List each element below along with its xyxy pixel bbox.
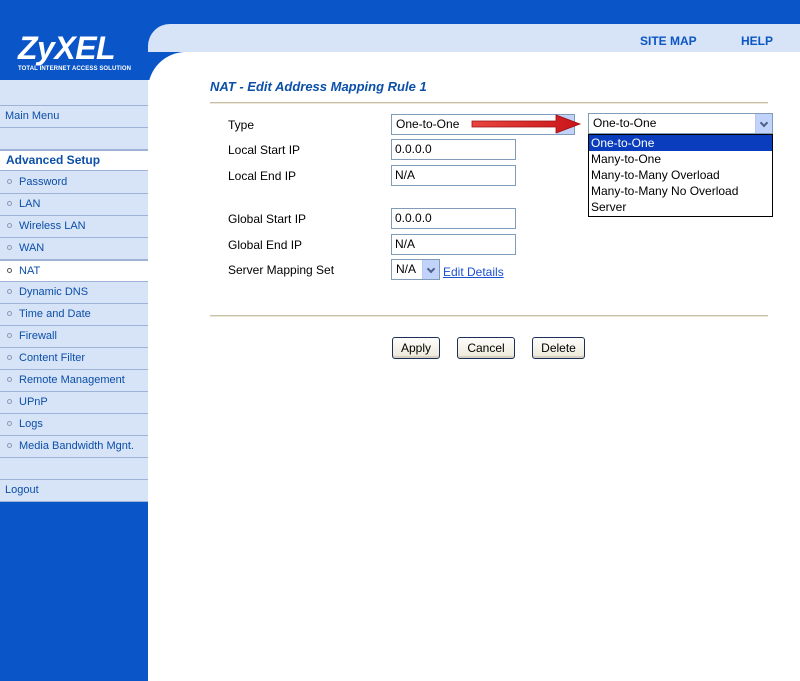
- type-label: Type: [228, 118, 255, 132]
- sidebar-spacer: [0, 128, 148, 150]
- sidebar-item-label: Time and Date: [19, 308, 91, 320]
- sidebar-item-label: UPnP: [19, 396, 48, 408]
- sidebar-item-content-filter[interactable]: Content Filter: [0, 348, 148, 370]
- chevron-down-icon[interactable]: [755, 114, 772, 133]
- bullet-icon: [7, 288, 12, 294]
- sidebar-spacer: [0, 458, 148, 480]
- sidebar-item-label: Dynamic DNS: [19, 286, 89, 298]
- top-banner: [0, 0, 800, 24]
- chevron-down-icon[interactable]: [422, 260, 439, 279]
- bullet-icon: [7, 442, 12, 448]
- type-dropdown-value: One-to-One: [593, 116, 657, 130]
- dropdown-option-many-to-many-overload[interactable]: Many-to-Many Overload: [589, 167, 772, 183]
- sidebar-item-logout[interactable]: Logout: [0, 480, 148, 502]
- sidebar-item-remote-management[interactable]: Remote Management: [0, 370, 148, 392]
- bullet-icon: [7, 420, 12, 426]
- page-title: NAT - Edit Address Mapping Rule 1: [210, 79, 427, 94]
- bullet-icon: [7, 354, 12, 360]
- divider: [210, 102, 768, 104]
- site-map-link[interactable]: SITE MAP: [640, 34, 697, 48]
- sidebar-item-label: Firewall: [19, 330, 57, 342]
- global-start-ip-field[interactable]: 0.0.0.0: [391, 208, 516, 229]
- sidebar-item-upnp[interactable]: UPnP: [0, 392, 148, 414]
- global-end-ip-field[interactable]: N/A: [391, 234, 516, 255]
- divider: [210, 315, 768, 317]
- bullet-icon: [7, 398, 12, 404]
- zyxel-logo: ZyXEL: [18, 30, 116, 66]
- local-end-ip-field[interactable]: N/A: [391, 165, 516, 186]
- sidebar-item-label: Password: [19, 176, 68, 188]
- delete-button[interactable]: Delete: [532, 337, 585, 359]
- server-mapping-set-select[interactable]: N/A: [391, 259, 440, 280]
- global-end-ip-label: Global End IP: [228, 238, 303, 252]
- sidebar-item-label: Content Filter: [19, 352, 86, 364]
- sidebar-item-wan[interactable]: WAN: [0, 238, 148, 260]
- sidebar-item-label: LAN: [19, 198, 41, 210]
- server-mapping-set-label: Server Mapping Set: [228, 263, 335, 277]
- local-end-ip-label: Local End IP: [228, 169, 297, 183]
- sidebar-item-time-and-date[interactable]: Time and Date: [0, 304, 148, 326]
- sidebar-item-logs[interactable]: Logs: [0, 414, 148, 436]
- sidebar-item-label: Remote Management: [19, 374, 125, 386]
- type-dropdown-list: One-to-One Many-to-One Many-to-Many Over…: [588, 134, 773, 217]
- sidebar-spacer: [0, 80, 148, 106]
- dropdown-option-many-to-many-no-overload[interactable]: Many-to-Many No Overload: [589, 183, 772, 199]
- sidebar-footer: [0, 502, 148, 681]
- annotation-arrow-icon: [471, 114, 582, 134]
- sidebar-item-password[interactable]: Password: [0, 172, 148, 194]
- sidebar-item-label: NAT: [19, 265, 41, 277]
- global-start-ip-label: Global Start IP: [228, 212, 307, 226]
- sidebar-item-label: Media Bandwidth Mgnt.: [19, 440, 134, 452]
- sidebar-item-label: Wireless LAN: [19, 220, 86, 232]
- bullet-icon: [7, 332, 12, 338]
- sidebar-item-label: WAN: [19, 242, 45, 254]
- bullet-icon: [7, 310, 12, 316]
- dropdown-option-many-to-one[interactable]: Many-to-One: [589, 151, 772, 167]
- bullet-icon: [7, 267, 12, 273]
- sidebar-item-wireless-lan[interactable]: Wireless LAN: [0, 216, 148, 238]
- bullet-icon: [7, 200, 12, 206]
- bullet-icon: [7, 376, 12, 382]
- local-start-ip-field[interactable]: 0.0.0.0: [391, 139, 516, 160]
- type-select-value: One-to-One: [396, 117, 460, 131]
- header-bar: [148, 24, 800, 52]
- server-mapping-set-value: N/A: [396, 262, 417, 276]
- sidebar-item-main-menu[interactable]: Main Menu: [0, 106, 148, 128]
- apply-button[interactable]: Apply: [392, 337, 440, 359]
- sidebar-item-lan[interactable]: LAN: [0, 194, 148, 216]
- local-start-ip-label: Local Start IP: [228, 143, 301, 157]
- dropdown-option-one-to-one[interactable]: One-to-One: [589, 135, 772, 151]
- help-link[interactable]: HELP: [741, 34, 773, 48]
- sidebar-item-dynamic-dns[interactable]: Dynamic DNS: [0, 282, 148, 304]
- dropdown-option-server[interactable]: Server: [589, 199, 772, 215]
- sidebar-item-firewall[interactable]: Firewall: [0, 326, 148, 348]
- bullet-icon: [7, 222, 12, 228]
- logo-tagline: TOTAL INTERNET ACCESS SOLUTION: [18, 66, 132, 72]
- type-dropdown-expanded[interactable]: One-to-One: [588, 113, 773, 134]
- sidebar-item-nat[interactable]: NAT: [0, 260, 148, 282]
- edit-details-link[interactable]: Edit Details: [443, 265, 504, 279]
- sidebar-heading-advanced-setup: Advanced Setup: [0, 149, 148, 171]
- bullet-icon: [7, 244, 12, 250]
- sidebar-item-label: Logs: [19, 418, 43, 430]
- sidebar-item-media-bandwidth[interactable]: Media Bandwidth Mgnt.: [0, 436, 148, 458]
- cancel-button[interactable]: Cancel: [457, 337, 515, 359]
- bullet-icon: [7, 178, 12, 184]
